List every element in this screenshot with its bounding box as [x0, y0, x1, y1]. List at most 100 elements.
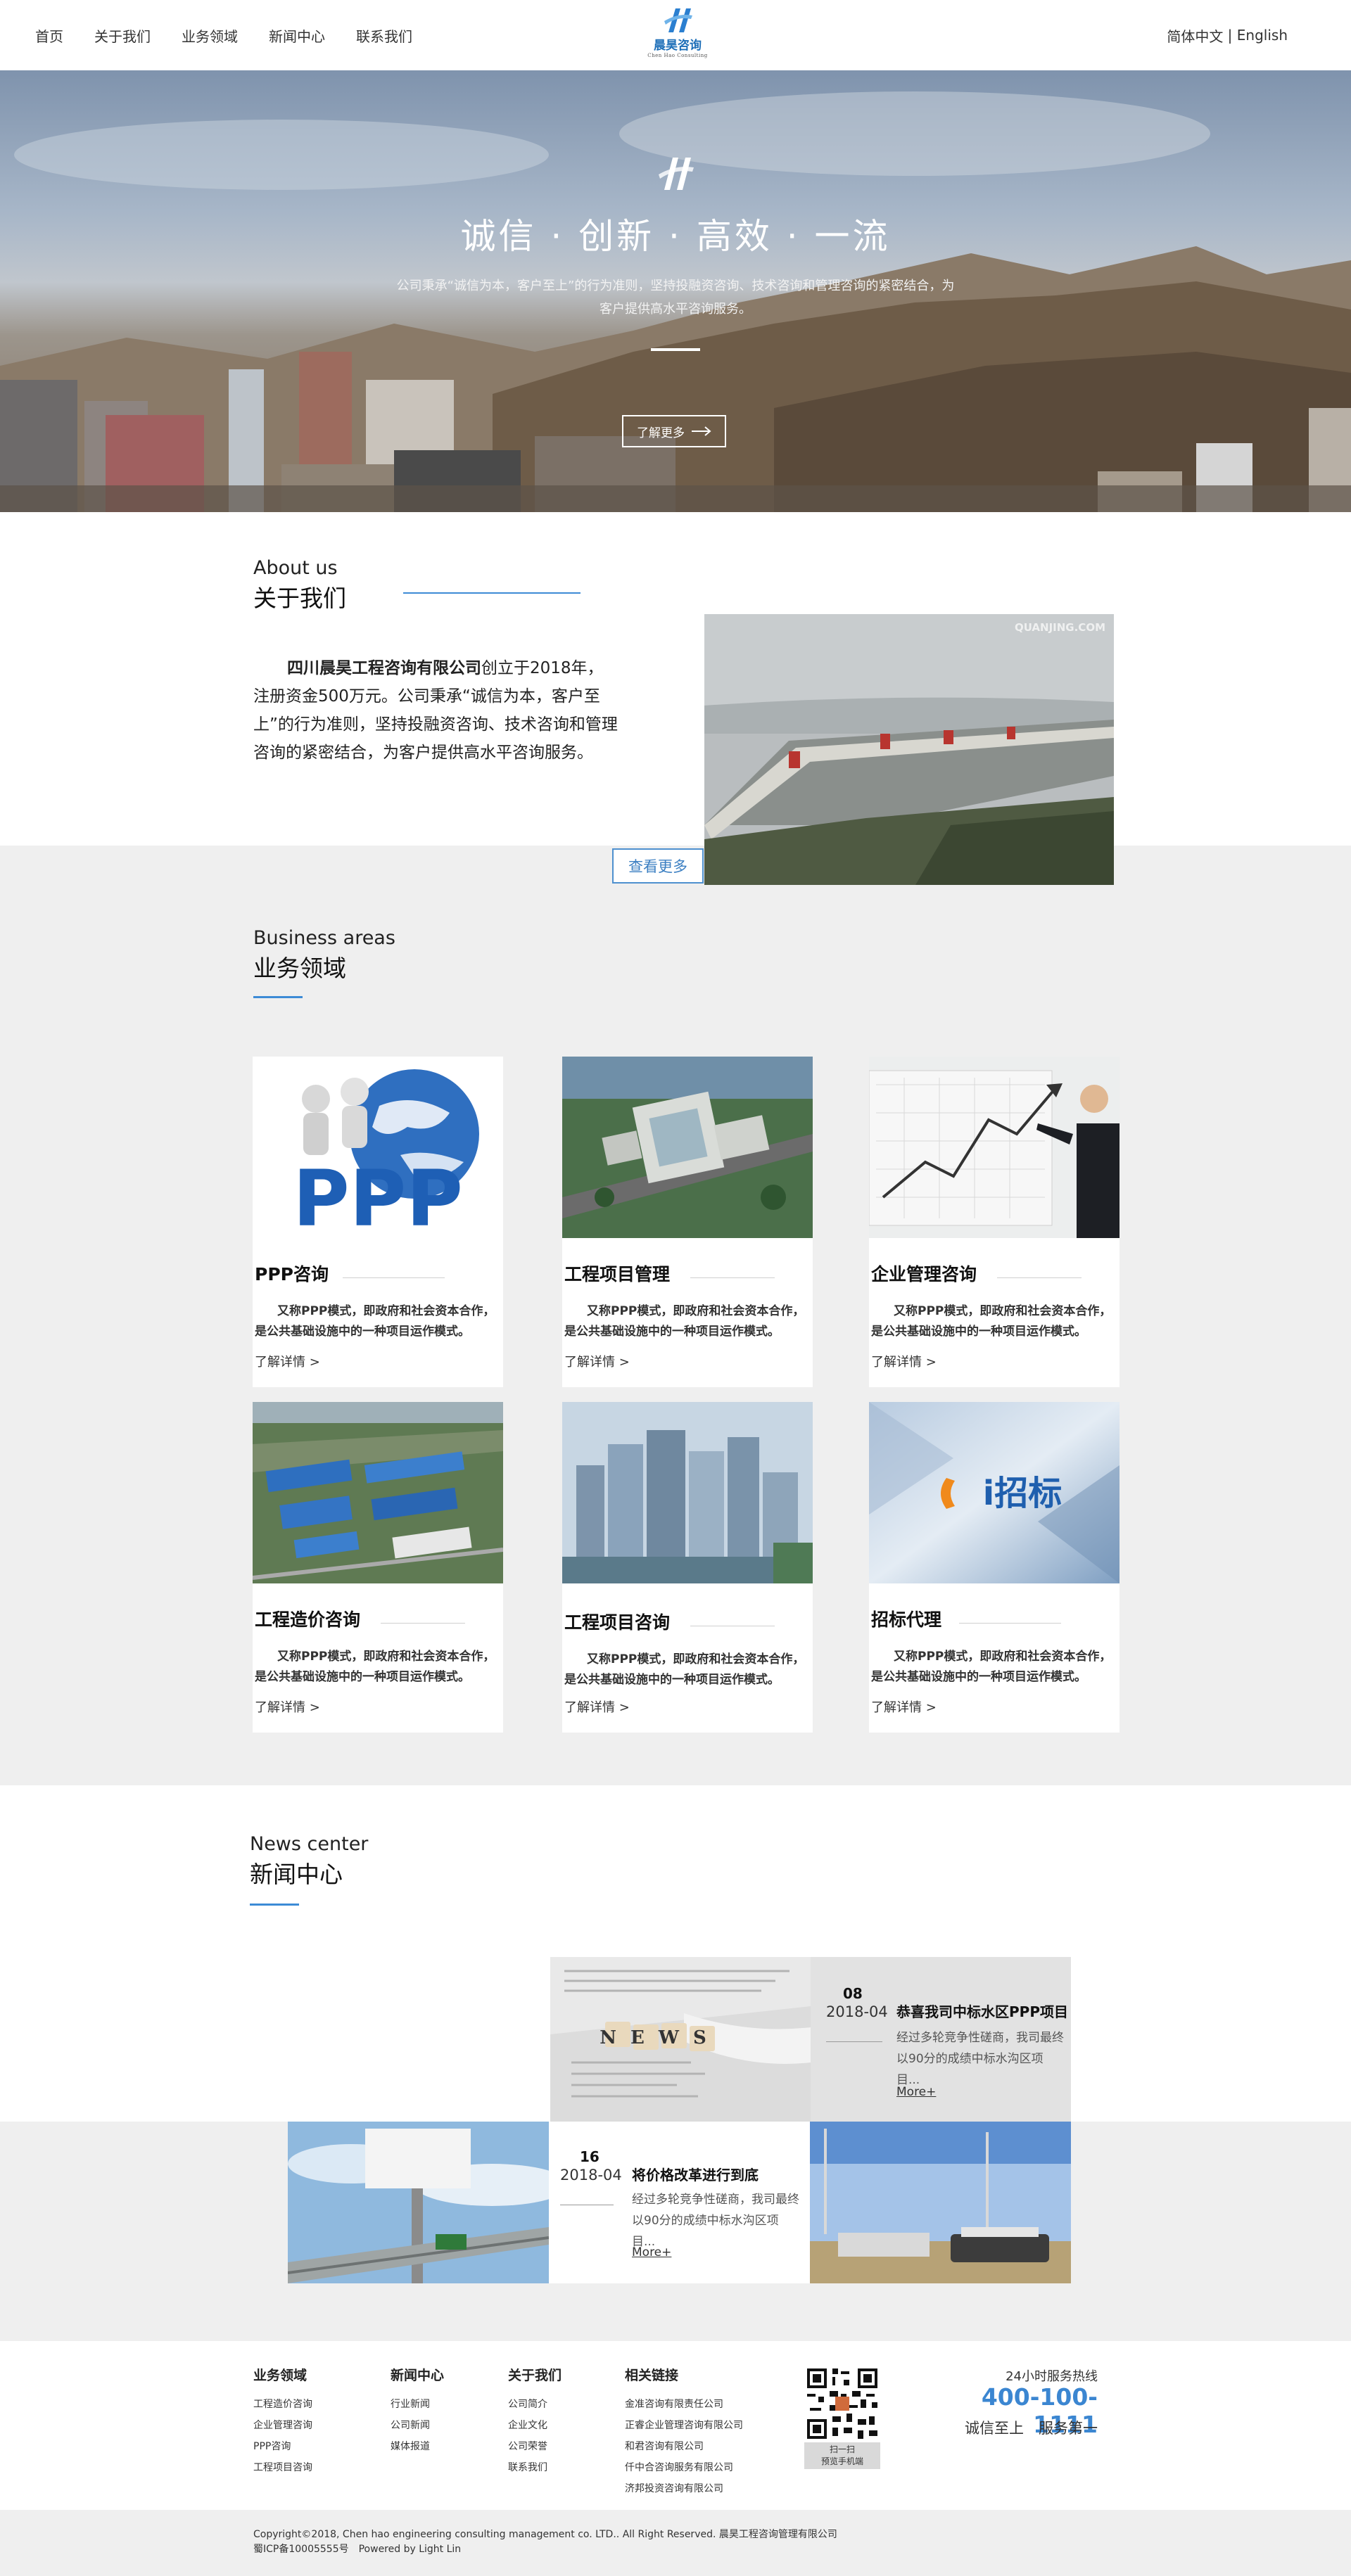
- footer-link[interactable]: 公司简介: [508, 2394, 562, 2415]
- copyright-text: Copyright©2018, Chen hao engineering con…: [253, 2527, 837, 2557]
- nav-business[interactable]: 业务领域: [182, 25, 238, 46]
- company-name: 四川晨昊工程咨询有限公司: [287, 659, 481, 677]
- arrow-right-icon: [692, 426, 711, 436]
- news-newspaper-image[interactable]: NEWS: [550, 1957, 811, 2122]
- footer-link[interactable]: 金准咨询有限责任公司: [625, 2394, 743, 2415]
- footer-link[interactable]: 公司荣誉: [508, 2436, 562, 2457]
- newspaper-illustration: NEWS: [550, 1957, 811, 2122]
- news-item-1[interactable]: 08 2018-04 恭喜我司中标水区PPP项目 经过多轮竞争性磋商，我司最终以…: [811, 1957, 1071, 2122]
- card-description: 又称PPP模式，即政府和社会资本合作，是公共基础设施中的一种项目运作模式。: [255, 1304, 495, 1339]
- business-heading-en: Business areas: [253, 927, 395, 949]
- business-card-project-management[interactable]: 工程项目管理 又称PPP模式，即政府和社会资本合作，是公共基础设施中的一种项目运…: [562, 1057, 813, 1387]
- card-detail-link[interactable]: 了解详情 >: [564, 1352, 630, 1370]
- news-heading-en: News center: [250, 1833, 369, 1855]
- qr-caption-line2: 预览手机端: [820, 2456, 863, 2466]
- footer-link[interactable]: 仟中合咨询服务有限公司: [625, 2457, 743, 2478]
- dam-illustration: [704, 614, 1114, 885]
- photo-watermark: QUANJING.COM: [1014, 621, 1105, 634]
- card-detail-link[interactable]: 了解详情 >: [255, 1352, 320, 1370]
- businessman-chart-image: [869, 1057, 1120, 1238]
- language-switch: 简体中文 | English: [1167, 0, 1288, 70]
- hero-logo-icon: [659, 158, 694, 190]
- nav-contact[interactable]: 联系我们: [356, 25, 412, 46]
- footer-col-about: 关于我们 公司简介 企业文化 公司荣誉 联系我们: [508, 2365, 562, 2478]
- card-title: 工程项目咨询: [564, 1612, 671, 1633]
- about-heading-cn: 关于我们: [253, 585, 346, 612]
- about-more-button[interactable]: 查看更多: [612, 848, 704, 884]
- nav-news[interactable]: 新闻中心: [269, 25, 325, 46]
- footer-link[interactable]: 行业新闻: [391, 2394, 444, 2415]
- footer-col-title: 新闻中心: [391, 2368, 445, 2383]
- card-detail-link[interactable]: 了解详情 >: [871, 1697, 937, 1716]
- qr-code: [804, 2365, 880, 2442]
- footer-link[interactable]: 媒体报道: [391, 2436, 444, 2457]
- business-card-cost-consulting[interactable]: 工程造价咨询 又称PPP模式，即政府和社会资本合作，是公共基础设施中的一种项目运…: [253, 1402, 503, 1733]
- card-title: 工程项目管理: [564, 1264, 671, 1284]
- footer-link[interactable]: 工程造价咨询: [253, 2394, 312, 2415]
- ppp-image: PPP: [253, 1057, 503, 1238]
- dam-photo: QUANJING.COM: [704, 614, 1114, 885]
- site-logo[interactable]: 晨昊咨询 Chen Hao Consulting: [646, 6, 709, 63]
- business-card-enterprise-management[interactable]: 企业管理咨询 又称PPP模式，即政府和社会资本合作，是公共基础设施中的一种项目运…: [869, 1057, 1120, 1387]
- card-description: 又称PPP模式，即政府和社会资本合作，是公共基础设施中的一种项目运作模式。: [564, 1652, 805, 1687]
- hero-description: 公司秉承“诚信为本，客户至上”的行为准则，坚持投融资咨询、技术咨询和管理咨询的紧…: [396, 279, 955, 317]
- business-card-project-consulting[interactable]: 工程项目咨询 又称PPP模式，即政府和社会资本合作，是公共基础设施中的一种项目运…: [562, 1402, 813, 1733]
- chart-presentation-illustration: [869, 1070, 1120, 1238]
- qr-code-block: 扫一扫 预览手机端: [804, 2365, 882, 2470]
- qr-caption-line1: 扫一扫: [829, 2444, 855, 2454]
- copyright-line: Copyright©2018, Chen hao engineering con…: [253, 2529, 837, 2540]
- news-typewriter-image[interactable]: [810, 2122, 1071, 2283]
- footer-link[interactable]: 企业文化: [508, 2415, 562, 2436]
- news-day: 08: [843, 1985, 863, 2002]
- news-more-link[interactable]: More+: [632, 2245, 671, 2259]
- news-image-word: NEWS: [600, 2027, 721, 2048]
- billboard-illustration: [288, 2122, 549, 2283]
- news-title[interactable]: 恭喜我司中标水区PPP项目: [896, 2001, 1068, 2021]
- card-detail-link[interactable]: 了解详情 >: [564, 1697, 630, 1716]
- about-heading-rule: [403, 592, 581, 594]
- logo-h-icon: [664, 8, 692, 32]
- news-summary: 经过多轮竞争性磋商，我司最终以90分的成绩中标水沟区项目...: [632, 2193, 799, 2249]
- lang-chinese[interactable]: 简体中文: [1167, 25, 1223, 46]
- news-item-2[interactable]: 16 2018-04 将价格改革进行到底 经过多轮竞争性磋商，我司最终以90分的…: [549, 2122, 810, 2283]
- skyscrapers-illustration: [562, 1402, 813, 1583]
- footer-link[interactable]: 联系我们: [508, 2457, 562, 2478]
- footer-link[interactable]: 济邦投资咨询有限公司: [625, 2478, 743, 2499]
- hero-learn-more-button[interactable]: 了解更多: [622, 415, 726, 447]
- business-card-bidding-agency[interactable]: i招标 招标代理 又称PPP模式，即政府和社会资本合作，是公共基础设施中的一种项…: [869, 1402, 1120, 1733]
- bidding-logo-text: i招标: [983, 1474, 1062, 1513]
- footer-link[interactable]: 公司新闻: [391, 2415, 444, 2436]
- nav-about[interactable]: 关于我们: [94, 25, 151, 46]
- logo-subtext: Chen Hao Consulting: [647, 53, 708, 58]
- footer-link[interactable]: 和君咨询有限公司: [625, 2436, 743, 2457]
- hero-button-label: 了解更多: [637, 426, 685, 440]
- news-billboard-image[interactable]: [288, 2122, 549, 2283]
- footer-col-title: 业务领域: [253, 2368, 307, 2383]
- card-description: 又称PPP模式，即政府和社会资本合作，是公共基础设施中的一种项目运作模式。: [564, 1304, 805, 1339]
- footer-link[interactable]: 正睿企业管理咨询有限公司: [625, 2415, 743, 2436]
- icp-line: 蜀ICP备10005555号 Powered by Light Lin: [253, 2544, 462, 2555]
- nav-home[interactable]: 首页: [35, 25, 63, 46]
- news-month: 2018-04: [826, 2003, 888, 2020]
- lang-english[interactable]: English: [1237, 27, 1288, 44]
- card-detail-link[interactable]: 了解详情 >: [255, 1697, 320, 1716]
- card-description: 又称PPP模式，即政府和社会资本合作，是公共基础设施中的一种项目运作模式。: [871, 1304, 1112, 1339]
- hero-divider: [651, 348, 700, 351]
- aerial-building-illustration: [562, 1057, 813, 1238]
- hotline-label: 24小时服务热线: [1006, 2369, 1098, 2384]
- card-detail-link[interactable]: 了解详情 >: [871, 1352, 937, 1370]
- ppp-illustration: PPP: [293, 1069, 479, 1238]
- hero-title: 诚信 · 创新 · 高效 · 一流: [460, 216, 891, 257]
- news-title[interactable]: 将价格改革进行到底: [632, 2164, 759, 2184]
- card-description: 又称PPP模式，即政府和社会资本合作，是公共基础设施中的一种项目运作模式。: [871, 1650, 1112, 1684]
- footer-link[interactable]: PPP咨询: [253, 2436, 312, 2457]
- footer-col-title: 关于我们: [508, 2368, 562, 2383]
- about-intro-text: 四川晨昊工程咨询有限公司创立于2018年，注册资金500万元。公司秉承“诚信为本…: [253, 654, 619, 767]
- card-title: PPP咨询: [255, 1264, 329, 1284]
- footer-link[interactable]: 工程项目咨询: [253, 2457, 312, 2478]
- ppp-logo-text: PPP: [293, 1154, 463, 1238]
- business-card-ppp[interactable]: PPP PPP咨询 又称PPP模式，即政府和社会资本合作，是公共基础设施中的一种…: [253, 1057, 503, 1387]
- business-heading-cn: 业务领域: [253, 955, 346, 982]
- footer-link[interactable]: 企业管理咨询: [253, 2415, 312, 2436]
- news-more-link[interactable]: More+: [896, 2085, 936, 2099]
